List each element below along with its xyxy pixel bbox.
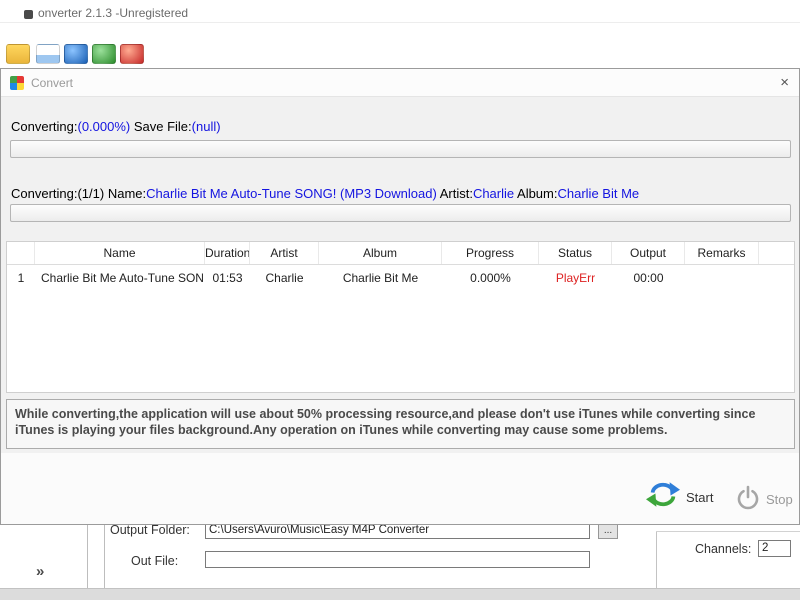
overall-progress-text: Converting:(0.000%) Save File:(null) — [11, 119, 221, 134]
overall-progress-bar — [10, 140, 791, 158]
titlebar-divider — [0, 22, 800, 23]
track-name-value: Charlie Bit Me Auto-Tune SONG! (MP3 Down… — [146, 186, 437, 201]
red-orb-icon[interactable] — [120, 44, 144, 64]
folder-icon[interactable] — [6, 44, 30, 64]
sidebar-border-left — [87, 525, 88, 588]
blue-orb-icon[interactable] — [64, 44, 88, 64]
app-window-icon — [24, 10, 33, 19]
header-index[interactable] — [7, 242, 35, 264]
itunes-warning-text: While converting,the application will us… — [6, 399, 795, 449]
track-artist-label: Artist: — [436, 186, 473, 201]
track-album-label: Album: — [514, 186, 558, 201]
header-remarks[interactable]: Remarks — [685, 242, 759, 264]
table-row[interactable]: 1 Charlie Bit Me Auto-Tune SON... 01:53 … — [7, 266, 794, 291]
header-output[interactable]: Output — [612, 242, 685, 264]
out-file-label: Out File: — [131, 554, 179, 568]
converting-percent: (0.000%) — [77, 119, 131, 134]
header-album[interactable]: Album — [319, 242, 442, 264]
row-output: 00:00 — [633, 271, 664, 285]
row-album: Charlie Bit Me — [342, 271, 419, 285]
app-logo-icon — [10, 76, 24, 90]
sidebar-border-right — [104, 525, 105, 588]
green-orb-icon[interactable] — [92, 44, 116, 64]
track-prefix-label: Converting:(1/1) Name: — [11, 186, 147, 201]
track-progress-text: Converting:(1/1) Name:Charlie Bit Me Aut… — [11, 186, 639, 201]
tracks-table: Name Duration Artist Album Progress Stat… — [6, 241, 795, 393]
row-remarks — [685, 266, 759, 291]
track-progress-bar — [10, 204, 791, 222]
track-artist-value: Charlie — [472, 186, 515, 201]
row-duration: 01:53 — [212, 271, 243, 285]
channels-label: Channels: — [695, 542, 752, 556]
channels-input[interactable]: 2 — [758, 540, 791, 557]
header-name[interactable]: Name — [35, 242, 205, 264]
row-progress: 0.000% — [470, 271, 511, 285]
header-progress[interactable]: Progress — [442, 242, 539, 264]
row-name: Charlie Bit Me Auto-Tune SON... — [41, 271, 205, 285]
row-artist: Charlie — [265, 271, 304, 285]
save-file-value: (null) — [191, 119, 221, 134]
stop-button[interactable]: Stop — [735, 484, 793, 514]
settings-panel-border — [656, 531, 657, 588]
start-button[interactable]: Start — [646, 479, 713, 515]
row-index: 1 — [17, 271, 25, 285]
convert-dialog: Convert × Converting:(0.000%) Save File:… — [0, 68, 800, 525]
header-artist[interactable]: Artist — [250, 242, 319, 264]
sync-arrows-icon — [646, 479, 680, 515]
settings-panel-border-top — [656, 531, 800, 532]
dialog-title: Convert — [31, 76, 74, 90]
row-status: PlayErr — [555, 271, 596, 285]
header-duration[interactable]: Duration — [205, 242, 250, 264]
dialog-titlebar[interactable]: Convert × — [1, 69, 799, 97]
output-folder-label: Output Folder: — [110, 523, 190, 537]
start-button-label: Start — [686, 489, 714, 505]
header-status[interactable]: Status — [539, 242, 612, 264]
stop-button-label: Stop — [766, 491, 793, 507]
window-title: onverter 2.1.3 -Unregistered — [38, 6, 189, 20]
track-album-value: Charlie Bit Me — [557, 186, 640, 201]
collapse-chevron[interactable]: » — [36, 563, 44, 580]
status-bar — [0, 588, 800, 600]
close-icon[interactable]: × — [780, 69, 789, 97]
converting-label: Converting: — [11, 119, 78, 134]
power-icon — [735, 484, 761, 515]
table-header-row: Name Duration Artist Album Progress Stat… — [7, 242, 794, 265]
save-file-label: Save File: — [130, 119, 192, 134]
document-icon[interactable] — [36, 44, 60, 64]
browse-button[interactable]: ... — [598, 523, 618, 539]
out-file-input[interactable] — [205, 551, 590, 568]
